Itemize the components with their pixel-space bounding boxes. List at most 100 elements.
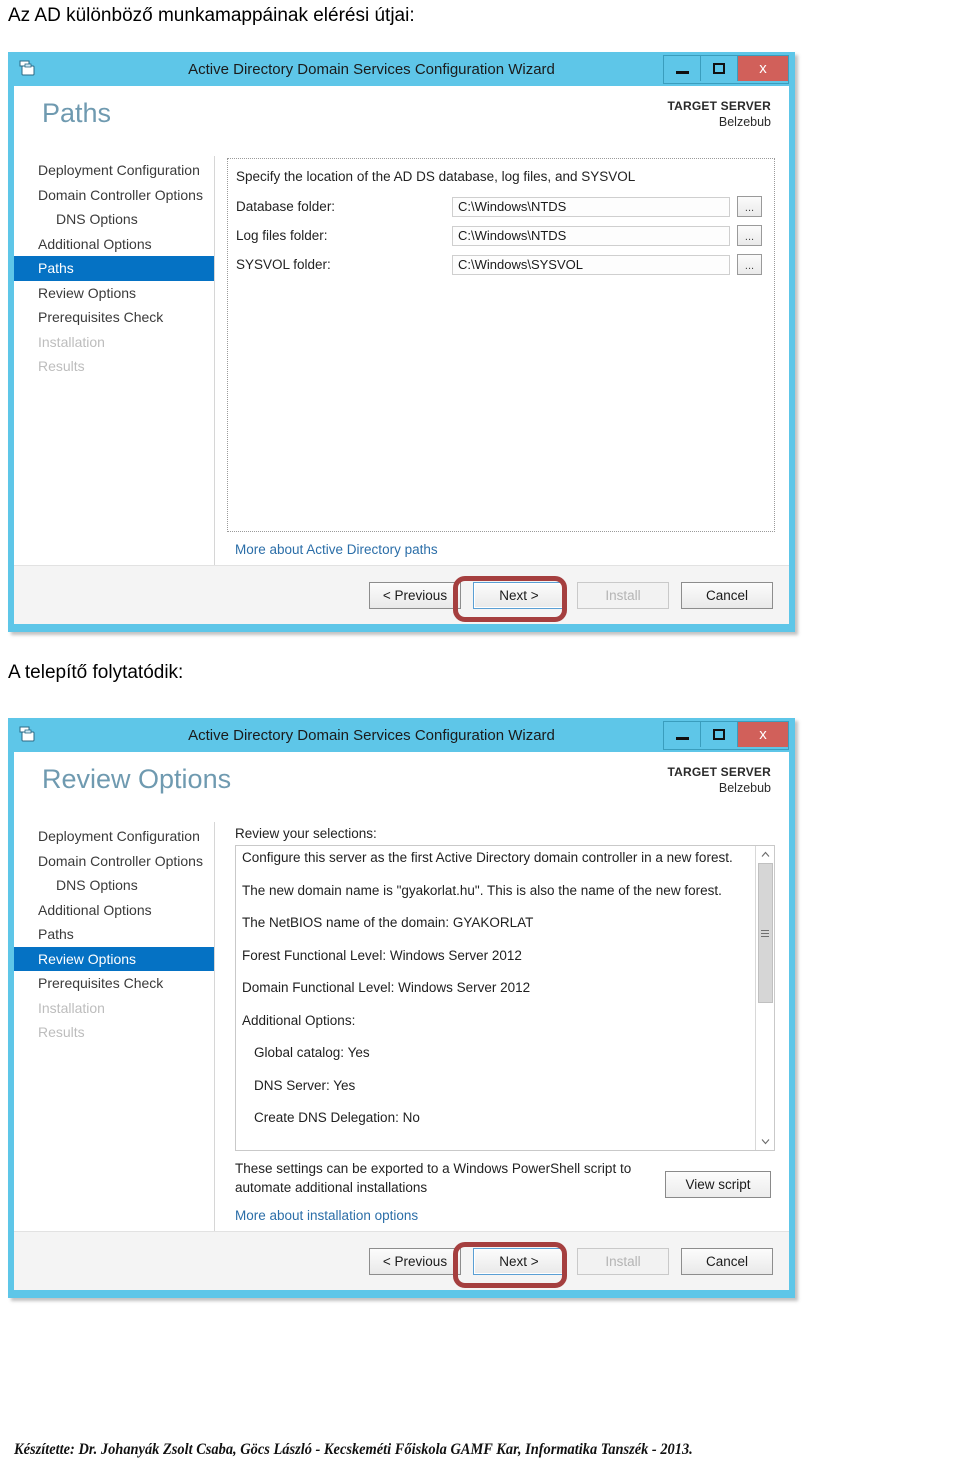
scroll-down-icon[interactable]	[757, 1133, 774, 1150]
maximize-button[interactable]	[701, 722, 738, 747]
titlebar-paths: Active Directory Domain Services Configu…	[8, 52, 795, 86]
log-files-folder-input[interactable]	[452, 225, 730, 246]
sidebar-item-results: Results	[38, 1024, 85, 1040]
page-main-paths: Deployment Configuration Domain Controll…	[14, 156, 789, 565]
caption-review: A telepítő folytatódik:	[8, 662, 184, 683]
review-selections-list: Configure this server as the first Activ…	[236, 846, 755, 1150]
more-about-installation-options-link[interactable]: More about installation options	[227, 1198, 775, 1231]
sidebar-item-additional-options[interactable]: Additional Options	[14, 232, 214, 257]
sidebar-item-domain-controller-options[interactable]: Domain Controller Options	[14, 849, 214, 874]
wizard-nav-review: Deployment Configuration Domain Controll…	[14, 822, 215, 1231]
sidebar-item-deployment-configuration[interactable]: Deployment Configuration	[14, 824, 214, 849]
sysvol-folder-input[interactable]	[452, 254, 730, 275]
window-controls-paths: x	[663, 55, 789, 84]
export-script-text: These settings can be exported to a Wind…	[235, 1160, 632, 1196]
cancel-button[interactable]: Cancel	[681, 1247, 773, 1275]
sidebar-item-domain-controller-options[interactable]: Domain Controller Options	[14, 183, 214, 208]
list-item: Forest Functional Level: Windows Server …	[242, 947, 522, 963]
list-item: Configure this server as the first Activ…	[242, 850, 733, 865]
wizard-footer-paths: < Previous Next > Install Cancel	[14, 565, 789, 624]
review-selections-label: Review your selections:	[235, 826, 377, 841]
sidebar-item-results: Results	[38, 358, 85, 374]
target-server-label: TARGET SERVER	[667, 765, 771, 779]
review-selections-box: Configure this server as the first Activ…	[235, 845, 775, 1151]
list-item: Create DNS Delegation: No	[254, 1110, 420, 1125]
list-item: Additional Options:	[242, 1012, 356, 1028]
sidebar-item-prerequisites-check[interactable]: Prerequisites Check	[14, 971, 214, 996]
close-button[interactable]: x	[738, 56, 788, 81]
sidebar-item-additional-options[interactable]: Additional Options	[14, 898, 214, 923]
sidebar-item-installation: Installation	[38, 333, 105, 350]
field-row-log-files-folder: Log files folder: ...	[236, 225, 762, 246]
page-content-review: Review your selections: Configure this s…	[215, 822, 789, 1231]
sysvol-folder-browse-button[interactable]: ...	[737, 254, 762, 275]
view-script-button[interactable]: View script	[665, 1170, 771, 1198]
database-folder-browse-button[interactable]: ...	[737, 196, 762, 217]
window-body-review: Review Options TARGET SERVER Belzebub De…	[14, 752, 789, 1290]
server-manager-icon	[16, 723, 38, 745]
list-item: DNS Server: Yes	[254, 1077, 356, 1093]
list-item: Global catalog: Yes	[254, 1045, 370, 1060]
scrollbar-thumb[interactable]	[757, 863, 773, 1004]
page-content-paths: Specify the location of the AD DS databa…	[215, 156, 789, 565]
next-button[interactable]: Next >	[473, 581, 565, 609]
list-item: The new domain name is "gyakorlat.hu". T…	[242, 882, 722, 898]
caption-paths: Az AD különböző munkamappáinak elérési ú…	[8, 5, 415, 26]
database-folder-label: Database folder:	[236, 199, 336, 214]
log-files-folder-browse-button[interactable]: ...	[737, 225, 762, 246]
review-scrollbar[interactable]	[755, 846, 774, 1150]
page-title: Paths	[42, 98, 112, 128]
wizard-footer-review: < Previous Next > Install Cancel	[14, 1231, 789, 1290]
page-header-paths: Paths TARGET SERVER Belzebub	[14, 86, 789, 156]
previous-button[interactable]: < Previous	[369, 1247, 461, 1275]
sidebar-item-review-options[interactable]: Review Options	[14, 946, 214, 971]
install-button: Install	[577, 1247, 669, 1275]
scrollbar-grip-icon	[761, 928, 769, 939]
wizard-window-paths: Active Directory Domain Services Configu…	[8, 52, 795, 632]
window-body-paths: Paths TARGET SERVER Belzebub Deployment …	[14, 86, 789, 624]
list-item: The NetBIOS name of the domain: GYAKORLA…	[242, 915, 534, 930]
sidebar-item-review-options[interactable]: Review Options	[14, 281, 214, 306]
paths-intro-text: Specify the location of the AD DS databa…	[236, 169, 636, 184]
close-button[interactable]: x	[738, 722, 788, 747]
target-server-block: TARGET SERVER Belzebub	[667, 764, 771, 797]
scrollbar-track[interactable]	[757, 863, 773, 1133]
minimize-icon	[675, 736, 689, 740]
previous-button[interactable]: < Previous	[369, 581, 461, 609]
scroll-up-icon[interactable]	[757, 846, 774, 863]
database-folder-input[interactable]	[452, 196, 730, 217]
sidebar-item-deployment-configuration[interactable]: Deployment Configuration	[14, 158, 214, 183]
titlebar-review: Active Directory Domain Services Configu…	[8, 718, 795, 752]
field-row-database-folder: Database folder: ...	[236, 196, 762, 217]
maximize-button[interactable]	[701, 56, 738, 81]
server-manager-icon	[16, 57, 38, 79]
list-item: Domain Functional Level: Windows Server …	[242, 980, 531, 995]
log-files-folder-label: Log files folder:	[236, 228, 328, 243]
page-main-review: Deployment Configuration Domain Controll…	[14, 822, 789, 1231]
sidebar-item-prerequisites-check[interactable]: Prerequisites Check	[14, 305, 214, 330]
maximize-icon	[713, 729, 725, 740]
next-button[interactable]: Next >	[473, 1247, 565, 1275]
sysvol-folder-label: SYSVOL folder:	[236, 257, 331, 272]
field-row-sysvol-folder: SYSVOL folder: ...	[236, 254, 762, 275]
cancel-button[interactable]: Cancel	[681, 581, 773, 609]
minimize-button[interactable]	[664, 722, 701, 747]
sidebar-item-paths[interactable]: Paths	[14, 256, 214, 281]
document-credit-footer: Készítette: Dr. Johanyák Zsolt Csaba, Gö…	[14, 1441, 693, 1458]
wizard-nav-paths: Deployment Configuration Domain Controll…	[14, 156, 215, 565]
minimize-button[interactable]	[664, 56, 701, 81]
target-server-name: Belzebub	[718, 781, 771, 796]
sidebar-item-dns-options[interactable]: DNS Options	[14, 873, 214, 898]
more-about-paths-link[interactable]: More about Active Directory paths	[227, 532, 775, 565]
sidebar-item-paths[interactable]: Paths	[14, 922, 214, 947]
export-script-row: These settings can be exported to a Wind…	[227, 1151, 775, 1198]
page-title: Review Options	[42, 764, 232, 794]
install-button: Install	[577, 581, 669, 609]
target-server-name: Belzebub	[718, 115, 771, 130]
paths-focus-panel: Specify the location of the AD DS databa…	[227, 158, 775, 532]
target-server-block: TARGET SERVER Belzebub	[667, 98, 771, 131]
target-server-label: TARGET SERVER	[667, 99, 771, 113]
sidebar-item-dns-options[interactable]: DNS Options	[14, 207, 214, 232]
maximize-icon	[713, 63, 725, 74]
window-controls-review: x	[663, 721, 789, 750]
